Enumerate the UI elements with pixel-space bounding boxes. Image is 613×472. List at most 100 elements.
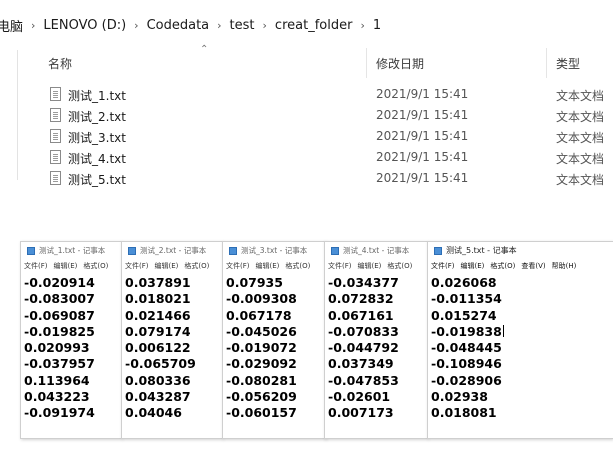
text-line: -0.029092 bbox=[226, 356, 297, 372]
file-row[interactable]: 测试_2.txt 2021/9/1 15:41 文本文档 bbox=[40, 105, 613, 126]
breadcrumb-this-pc[interactable]: 电脑 bbox=[0, 16, 23, 35]
menu-view[interactable]: 查看(V) bbox=[521, 261, 545, 271]
chevron-right-icon[interactable]: › bbox=[217, 19, 221, 32]
menu-format[interactable]: 格式(O) bbox=[387, 261, 412, 271]
text-line: 0.015274 bbox=[431, 307, 497, 323]
file-date: 2021/9/1 15:41 bbox=[376, 87, 469, 101]
menu-file[interactable]: 文件(F) bbox=[24, 261, 48, 271]
notepad-window-4[interactable]: 测试_4.txt - 记事本 文件(F) 编辑(E) 格式(O) -0.0343… bbox=[324, 241, 428, 439]
text-line: -0.048445 bbox=[431, 340, 502, 356]
chevron-right-icon[interactable]: › bbox=[134, 19, 138, 32]
text-line: 0.020993 bbox=[24, 340, 90, 356]
text-line: 0.113964 bbox=[24, 372, 90, 388]
text-line: 0.04046 bbox=[125, 405, 182, 421]
menu-edit[interactable]: 编辑(E) bbox=[461, 261, 485, 271]
text-line: -0.034377 bbox=[328, 275, 399, 290]
column-divider[interactable] bbox=[546, 48, 547, 78]
text-line: 0.043287 bbox=[125, 389, 191, 405]
text-line: -0.056209 bbox=[226, 389, 297, 405]
text-line: 0.018081 bbox=[431, 405, 497, 421]
text-area[interactable]: -0.034377 0.072832 0.067161 -0.070833 -0… bbox=[325, 273, 427, 422]
text-area[interactable]: 0.037891 0.018021 0.021466 0.079174 0.00… bbox=[122, 273, 222, 422]
window-title: 测试_1.txt - 记事本 bbox=[39, 246, 106, 255]
file-name: 测试_4.txt bbox=[68, 152, 126, 166]
menu-help[interactable]: 帮助(H) bbox=[552, 261, 577, 271]
text-line: -0.037957 bbox=[24, 356, 95, 372]
window-title-bar[interactable]: 测试_3.txt - 记事本 bbox=[223, 242, 325, 259]
notepad-window-5[interactable]: 测试_5.txt - 记事本 文件(F) 编辑(E) 格式(O) 查看(V) 帮… bbox=[427, 241, 613, 439]
text-area[interactable]: -0.020914 -0.083007 -0.069087 -0.019825 … bbox=[21, 273, 121, 422]
text-area[interactable]: 0.026068 -0.011354 0.015274 -0.019838 -0… bbox=[428, 273, 613, 422]
menu-edit[interactable]: 编辑(E) bbox=[358, 261, 382, 271]
breadcrumb-drive[interactable]: LENOVO (D:) bbox=[43, 18, 126, 33]
text-line: -0.009308 bbox=[226, 291, 297, 307]
column-divider[interactable] bbox=[366, 48, 367, 78]
menu-format[interactable]: 格式(O) bbox=[83, 261, 108, 271]
nav-pane-divider bbox=[17, 50, 18, 180]
notepad-window-3[interactable]: 测试_3.txt - 记事本 文件(F) 编辑(E) 格式(O) 0.07935… bbox=[222, 241, 326, 439]
text-line: -0.019072 bbox=[226, 340, 297, 356]
notepad-icon bbox=[229, 246, 237, 255]
text-line: 0.02938 bbox=[431, 389, 488, 405]
chevron-right-icon[interactable]: › bbox=[263, 19, 267, 32]
text-line: -0.011354 bbox=[431, 291, 502, 307]
breadcrumb-folder-1[interactable]: 1 bbox=[373, 18, 381, 33]
notepad-window-2[interactable]: 测试_2.txt - 记事本 文件(F) 编辑(E) 格式(O) 0.03789… bbox=[121, 241, 223, 439]
window-title-bar[interactable]: 测试_4.txt - 记事本 bbox=[325, 242, 427, 259]
file-row[interactable]: 测试_3.txt 2021/9/1 15:41 文本文档 bbox=[40, 126, 613, 147]
window-title-bar[interactable]: 测试_2.txt - 记事本 bbox=[122, 242, 222, 259]
menu-edit[interactable]: 编辑(E) bbox=[155, 261, 179, 271]
file-list: 测试_1.txt 2021/9/1 15:41 文本文档 测试_2.txt 20… bbox=[40, 84, 613, 189]
menu-file[interactable]: 文件(F) bbox=[125, 261, 149, 271]
text-line: -0.028906 bbox=[431, 372, 502, 388]
file-date: 2021/9/1 15:41 bbox=[376, 129, 469, 143]
window-title-bar[interactable]: 测试_1.txt - 记事本 bbox=[21, 242, 121, 259]
chevron-right-icon[interactable]: › bbox=[360, 19, 364, 32]
text-file-icon bbox=[50, 87, 61, 101]
menu-edit[interactable]: 编辑(E) bbox=[54, 261, 78, 271]
menu-bar: 文件(F) 编辑(E) 格式(O) 查看(V) 帮助(H) bbox=[428, 259, 613, 273]
breadcrumb-codedata[interactable]: Codedata bbox=[147, 18, 210, 33]
notepad-window-1[interactable]: 测试_1.txt - 记事本 文件(F) 编辑(E) 格式(O) -0.0209… bbox=[20, 241, 122, 439]
text-line: -0.019825 bbox=[24, 323, 95, 339]
menu-bar: 文件(F) 编辑(E) 格式(O) bbox=[223, 259, 325, 273]
column-header-date[interactable]: 修改日期 bbox=[376, 55, 424, 72]
file-type: 文本文档 bbox=[556, 173, 605, 187]
file-type: 文本文档 bbox=[556, 152, 605, 166]
file-row[interactable]: 测试_1.txt 2021/9/1 15:41 文本文档 bbox=[40, 84, 613, 105]
text-line: -0.083007 bbox=[24, 291, 95, 307]
menu-file[interactable]: 文件(F) bbox=[431, 261, 455, 271]
text-line: -0.02601 bbox=[328, 389, 391, 405]
window-title: 测试_2.txt - 记事本 bbox=[140, 246, 207, 255]
menu-edit[interactable]: 编辑(E) bbox=[256, 261, 280, 271]
file-row[interactable]: 测试_4.txt 2021/9/1 15:41 文本文档 bbox=[40, 147, 613, 168]
file-name: 测试_3.txt bbox=[68, 131, 126, 145]
text-line: 0.043223 bbox=[24, 389, 90, 405]
text-line: 0.080336 bbox=[125, 372, 191, 388]
breadcrumb-creat-folder[interactable]: creat_folder bbox=[275, 18, 353, 33]
text-file-icon bbox=[50, 108, 61, 122]
text-line: -0.020914 bbox=[24, 275, 95, 290]
text-line: 0.021466 bbox=[125, 307, 191, 323]
breadcrumb-test[interactable]: test bbox=[230, 18, 255, 33]
text-line: -0.065709 bbox=[125, 356, 196, 372]
file-date: 2021/9/1 15:41 bbox=[376, 171, 469, 185]
text-line: -0.047853 bbox=[328, 372, 399, 388]
file-type: 文本文档 bbox=[556, 131, 605, 145]
menu-file[interactable]: 文件(F) bbox=[328, 261, 352, 271]
menu-format[interactable]: 格式(O) bbox=[184, 261, 209, 271]
text-area[interactable]: 0.07935 -0.009308 0.067178 -0.045026 -0.… bbox=[223, 273, 325, 422]
menu-format[interactable]: 格式(O) bbox=[285, 261, 310, 271]
column-header-type[interactable]: 类型 bbox=[556, 55, 580, 72]
file-row[interactable]: 测试_5.txt 2021/9/1 15:41 文本文档 bbox=[40, 168, 613, 189]
text-line: 0.067178 bbox=[226, 307, 292, 323]
chevron-right-icon[interactable]: › bbox=[31, 19, 35, 32]
window-title-bar[interactable]: 测试_5.txt - 记事本 bbox=[428, 242, 613, 259]
column-header-name[interactable]: 名称 bbox=[48, 55, 72, 72]
text-line: -0.044792 bbox=[328, 340, 399, 356]
menu-file[interactable]: 文件(F) bbox=[226, 261, 250, 271]
file-name: 测试_1.txt bbox=[68, 89, 126, 103]
text-line: -0.045026 bbox=[226, 323, 297, 339]
menu-format[interactable]: 格式(O) bbox=[490, 261, 515, 271]
window-title: 测试_5.txt - 记事本 bbox=[446, 246, 517, 255]
